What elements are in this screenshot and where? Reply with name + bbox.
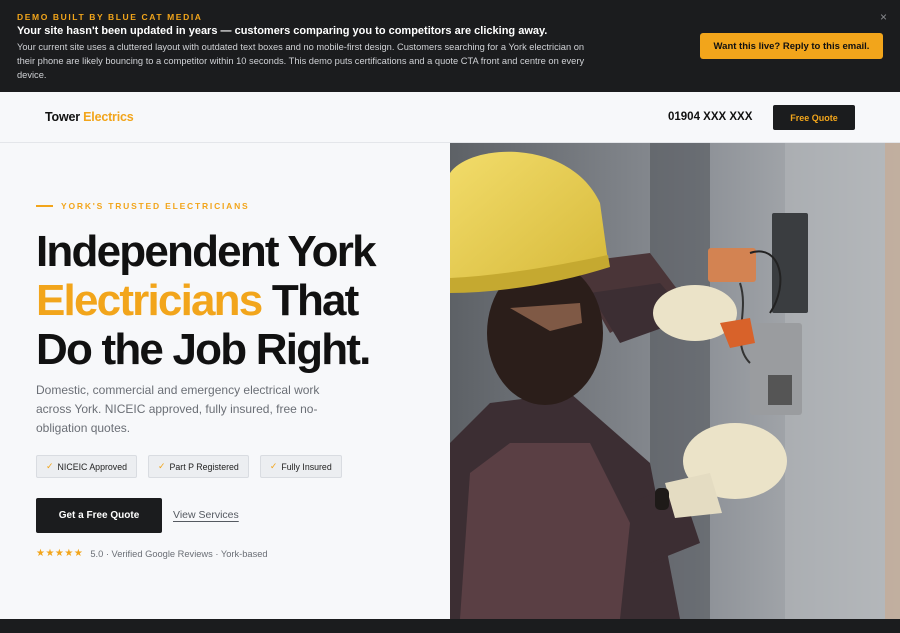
- eyebrow-rule: [36, 205, 53, 207]
- badge-insured: ✓ Fully Insured: [259, 455, 342, 478]
- free-quote-button[interactable]: Free Quote: [773, 105, 855, 130]
- headline-line-3: Do the Job Right.: [36, 325, 371, 374]
- check-icon: ✓: [46, 461, 54, 471]
- badge-label: NICEIC Approved: [57, 461, 127, 472]
- close-icon[interactable]: ×: [880, 10, 887, 24]
- hero-eyebrow: YORK'S TRUSTED ELECTRICIANS: [36, 201, 250, 211]
- headline-accent: Electricians: [36, 276, 263, 325]
- certification-badges: ✓ NICEIC Approved ✓ Part P Registered ✓ …: [36, 455, 342, 478]
- hero-photo: [450, 143, 900, 619]
- banner-eyebrow: DEMO BUILT BY BLUE CAT MEDIA: [17, 12, 203, 22]
- eyebrow-text: YORK'S TRUSTED ELECTRICIANS: [61, 201, 250, 211]
- check-icon: ✓: [269, 461, 278, 471]
- headline-line-2-rest: That: [261, 276, 359, 325]
- logo-accent: Electrics: [83, 110, 134, 124]
- badge-niceic: ✓ NICEIC Approved: [36, 455, 137, 478]
- badge-label: Part P Registered: [169, 461, 239, 472]
- site-logo[interactable]: Tower Electrics: [45, 110, 134, 124]
- get-free-quote-button[interactable]: Get a Free Quote: [36, 498, 162, 533]
- headline-line-1: Independent York: [36, 227, 377, 276]
- badge-label: Fully Insured: [281, 461, 332, 472]
- view-services-link[interactable]: View Services: [173, 509, 239, 521]
- banner-body: Your current site uses a cluttered layou…: [17, 42, 585, 80]
- site-header: Tower Electrics 01904 XXX XXX Free Quote: [0, 92, 900, 143]
- star-icon: ★★★★★: [36, 548, 84, 559]
- badge-part-p: ✓ Part P Registered: [147, 455, 249, 478]
- logo-primary: Tower: [45, 110, 80, 124]
- demo-banner: DEMO BUILT BY BLUE CAT MEDIA Your site h…: [0, 0, 900, 92]
- banner-reply-button[interactable]: Want this live? Reply to this email.: [700, 33, 883, 59]
- hero-headline: Independent York Electricians That Do th…: [36, 227, 377, 374]
- banner-title: Your site hasn't been updated in years —…: [17, 25, 548, 37]
- hero-content: YORK'S TRUSTED ELECTRICIANS Independent …: [0, 143, 450, 619]
- rating-row: ★★★★★ 5.0 · Verified Google Reviews · Yo…: [36, 548, 268, 559]
- page-footer-edge: [0, 619, 900, 633]
- check-icon: ✓: [157, 461, 166, 471]
- electrician-photo: [450, 143, 900, 619]
- rating-text: 5.0 · Verified Google Reviews · York-bas…: [90, 548, 268, 559]
- phone-number[interactable]: 01904 XXX XXX: [668, 111, 752, 123]
- hero-lede: Domestic, commercial and emergency elect…: [36, 383, 320, 435]
